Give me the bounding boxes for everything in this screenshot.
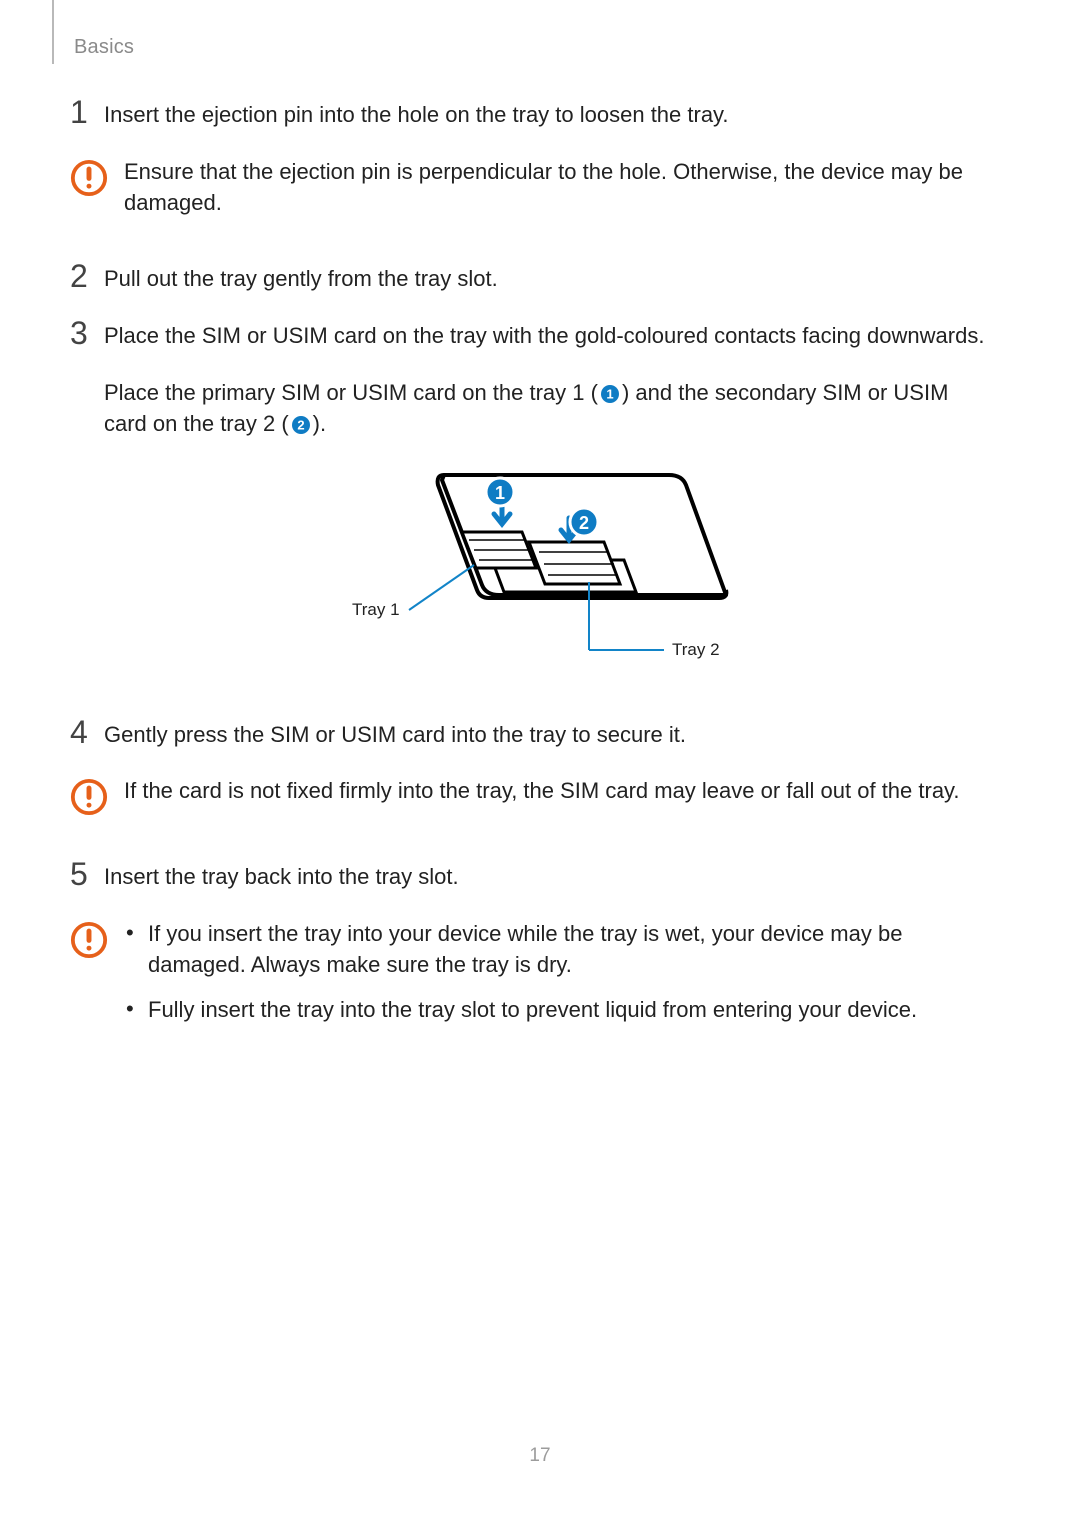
step-5-number: 5 [70, 858, 104, 890]
badge-2-inline-icon: 2 [291, 415, 311, 435]
caution-3: • If you insert the tray into your devic… [70, 919, 988, 1039]
section-title: Basics [74, 36, 134, 59]
svg-text:1: 1 [495, 483, 505, 503]
header-rule [52, 0, 54, 64]
caution-1: Ensure that the ejection pin is perpendi… [70, 157, 988, 219]
step-3-text: Place the SIM or USIM card on the tray w… [104, 321, 984, 352]
sim-tray-figure: 1 2 Tray 1 Tray 2 [70, 460, 988, 680]
step-4-number: 4 [70, 716, 104, 748]
tray-1-label: Tray 1 [352, 600, 400, 619]
step-2: 2 Pull out the tray gently from the tray… [70, 264, 988, 295]
step-2-text: Pull out the tray gently from the tray s… [104, 264, 498, 295]
step-1: 1 Insert the ejection pin into the hole … [70, 100, 988, 131]
step-4: 4 Gently press the SIM or USIM card into… [70, 720, 988, 751]
bullet-dot-icon: • [124, 995, 148, 1024]
caution-icon [70, 159, 114, 197]
caution-icon [70, 921, 114, 959]
step-1-text: Insert the ejection pin into the hole on… [104, 100, 729, 131]
step-3-number: 3 [70, 317, 104, 349]
tray-2-graphic [529, 542, 620, 584]
bullet-dot-icon: • [124, 919, 148, 948]
step-5-text: Insert the tray back into the tray slot. [104, 862, 459, 893]
caution-3b-text: Fully insert the tray into the tray slot… [148, 995, 917, 1026]
step-5: 5 Insert the tray back into the tray slo… [70, 862, 988, 893]
caution-3-item-1: • If you insert the tray into your devic… [124, 919, 988, 981]
svg-text:1: 1 [606, 387, 613, 402]
caution-2: If the card is not fixed firmly into the… [70, 776, 988, 816]
svg-text:2: 2 [297, 417, 304, 432]
step-3b-post: ). [313, 411, 326, 436]
caution-3-item-2: • Fully insert the tray into the tray sl… [124, 995, 988, 1026]
badge-1-inline-icon: 1 [600, 384, 620, 404]
step-3b-pre: Place the primary SIM or USIM card on th… [104, 380, 598, 405]
step-3-subtext: Place the primary SIM or USIM card on th… [104, 378, 988, 440]
caution-1-text: Ensure that the ejection pin is perpendi… [124, 157, 988, 219]
svg-text:2: 2 [579, 513, 589, 533]
step-2-number: 2 [70, 260, 104, 292]
caution-icon [70, 778, 114, 816]
page-number: 17 [0, 1445, 1080, 1467]
tray-1-graphic [462, 532, 536, 568]
caution-3a-text: If you insert the tray into your device … [148, 919, 988, 981]
caution-2-text: If the card is not fixed firmly into the… [124, 776, 960, 807]
badge-2-figure-icon: 2 [570, 508, 598, 536]
tray-2-label: Tray 2 [672, 640, 720, 659]
badge-1-figure-icon: 1 [486, 478, 514, 506]
step-4-text: Gently press the SIM or USIM card into t… [104, 720, 686, 751]
page-content: 1 Insert the ejection pin into the hole … [0, 0, 1080, 1040]
caution-3-list: • If you insert the tray into your devic… [124, 919, 988, 1039]
step-1-number: 1 [70, 96, 104, 128]
step-3: 3 Place the SIM or USIM card on the tray… [70, 321, 988, 352]
